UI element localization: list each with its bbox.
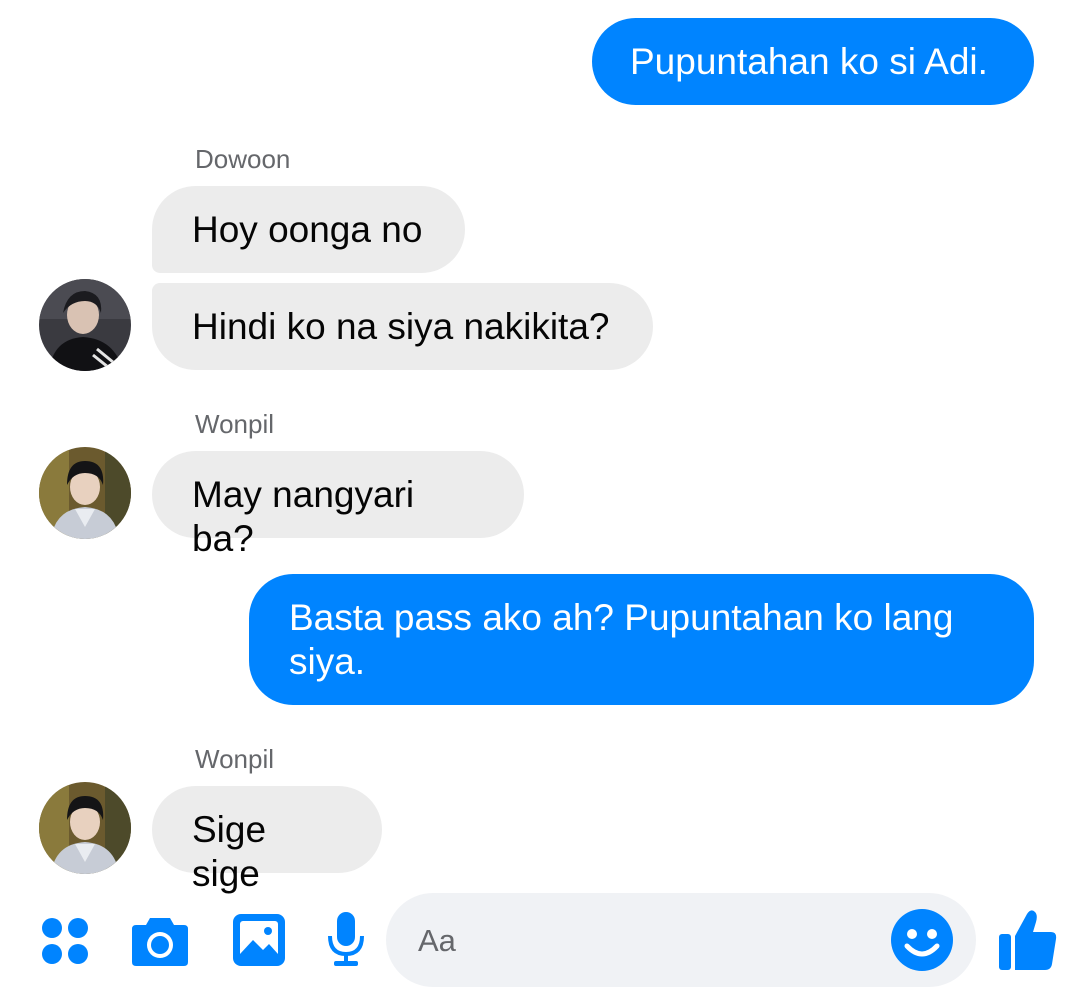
- image-icon[interactable]: [231, 912, 287, 973]
- incoming-message[interactable]: May nangyari ba?: [152, 451, 524, 559]
- incoming-message[interactable]: Hoy oonga no: [152, 186, 465, 273]
- microphone-icon[interactable]: [326, 910, 366, 973]
- message-text: May nangyari ba?: [192, 474, 415, 559]
- avatar-image: [39, 447, 131, 539]
- incoming-message[interactable]: Sige sige: [152, 786, 382, 894]
- sender-name: Dowoon: [195, 144, 291, 174]
- message-text: Hindi ko na siya nakikita?: [192, 306, 610, 347]
- emoji-icon[interactable]: [890, 908, 954, 977]
- message-text: Pupuntahan ko si Adi.: [630, 41, 988, 82]
- camera-icon[interactable]: [130, 914, 190, 973]
- sender-name: Wonpil: [195, 409, 275, 439]
- message-text: Sige sige: [192, 809, 267, 894]
- avatar-image: [39, 782, 131, 874]
- avatar-image: [39, 279, 131, 371]
- apps-icon[interactable]: [40, 916, 90, 971]
- message-input[interactable]: Aa: [386, 893, 976, 987]
- thumbs-up-icon[interactable]: [997, 906, 1059, 977]
- avatar-wonpil[interactable]: [39, 782, 131, 874]
- message-input-placeholder: Aa: [418, 923, 456, 958]
- incoming-message[interactable]: Hindi ko na siya nakikita?: [152, 283, 653, 370]
- outgoing-message[interactable]: Pupuntahan ko si Adi.: [592, 18, 1034, 105]
- avatar-dowoon[interactable]: [39, 279, 131, 371]
- sender-name: Wonpil: [195, 744, 275, 774]
- avatar-wonpil[interactable]: [39, 447, 131, 539]
- outgoing-message[interactable]: Basta pass ako ah? Pupuntahan ko lang si…: [249, 574, 1034, 705]
- message-text: Basta pass ako ah? Pupuntahan ko lang si…: [289, 597, 954, 682]
- message-text: Hoy oonga no: [192, 209, 423, 250]
